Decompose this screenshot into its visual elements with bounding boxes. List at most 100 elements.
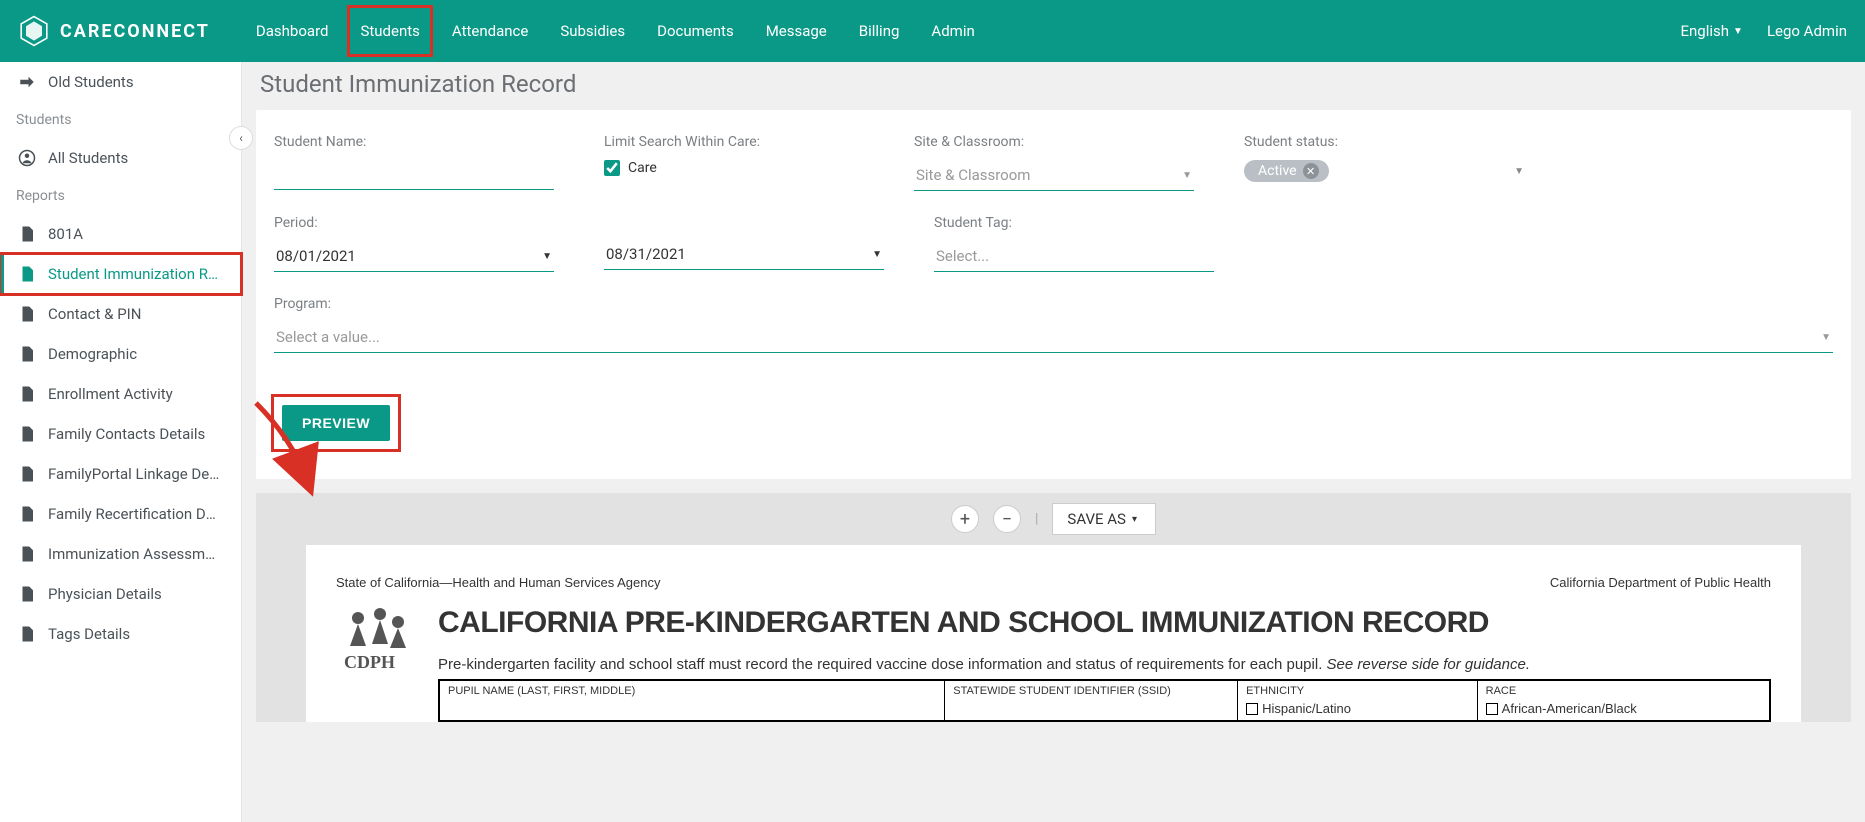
sidebar-item-family-recert[interactable]: Family Recertification Date bbox=[0, 494, 241, 534]
report-title: CALIFORNIA PRE-KINDERGARTEN AND SCHOOL I… bbox=[438, 606, 1771, 640]
filter-student-name: Student Name: bbox=[274, 134, 554, 191]
language-switcher[interactable]: English ▼ bbox=[1681, 22, 1743, 40]
nav-right: English ▼ Lego Admin bbox=[1681, 22, 1848, 40]
status-chip-text: Active bbox=[1258, 163, 1297, 179]
nav-billing[interactable]: Billing bbox=[843, 2, 916, 60]
sidebar-section-students: Students bbox=[0, 102, 241, 138]
program-label: Program: bbox=[274, 296, 1833, 312]
brand-logo-icon bbox=[18, 15, 50, 47]
zoom-in-button[interactable]: + bbox=[951, 505, 979, 533]
document-icon bbox=[18, 585, 36, 603]
program-select[interactable]: Select a value... ▼ bbox=[274, 322, 1833, 353]
checkbox-icon bbox=[1246, 703, 1258, 715]
nav-documents[interactable]: Documents bbox=[641, 2, 750, 60]
program-placeholder: Select a value... bbox=[276, 328, 380, 346]
site-classroom-select[interactable]: Site & Classroom ▼ bbox=[914, 160, 1194, 191]
document-icon bbox=[18, 225, 36, 243]
period-start-input[interactable]: 08/01/2021 ▼ bbox=[274, 241, 554, 272]
sidebar-item-old-students[interactable]: Old Students bbox=[0, 62, 241, 102]
sidebar-item-familyportal-linkage[interactable]: FamilyPortal Linkage Details bbox=[0, 454, 241, 494]
document-icon bbox=[18, 425, 36, 443]
nav-dashboard[interactable]: Dashboard bbox=[240, 2, 345, 60]
report-subtitle-italic: See reverse side for guidance. bbox=[1327, 656, 1530, 673]
sidebar-label: Enrollment Activity bbox=[48, 385, 173, 403]
report-area: + − | SAVE AS ▾ State of California—Heal… bbox=[256, 493, 1851, 722]
nav-subsidies[interactable]: Subsidies bbox=[544, 2, 641, 60]
save-as-label: SAVE AS bbox=[1067, 510, 1126, 528]
limit-search-label: Limit Search Within Care: bbox=[604, 134, 864, 150]
sidebar-item-demographic[interactable]: Demographic bbox=[0, 334, 241, 374]
nav-links: Dashboard Students Attendance Subsidies … bbox=[240, 2, 991, 60]
caret-down-icon[interactable]: ▼ bbox=[1514, 166, 1524, 177]
filter-program: Program: Select a value... ▼ bbox=[274, 296, 1833, 353]
document-icon bbox=[18, 625, 36, 643]
document-icon bbox=[18, 505, 36, 523]
save-as-button[interactable]: SAVE AS ▾ bbox=[1052, 503, 1156, 535]
sidebar-label: Old Students bbox=[48, 73, 134, 91]
cell-ethnicity: ETHNICITY bbox=[1246, 685, 1469, 697]
sidebar-label: Tags Details bbox=[48, 625, 130, 643]
sidebar-item-tags[interactable]: Tags Details bbox=[0, 614, 241, 654]
share-icon bbox=[18, 73, 36, 91]
sidebar-item-physician[interactable]: Physician Details bbox=[0, 574, 241, 614]
nav-attendance[interactable]: Attendance bbox=[436, 2, 544, 60]
sidebar-section-reports: Reports bbox=[0, 178, 241, 214]
document-icon bbox=[18, 265, 36, 283]
chip-remove-icon[interactable]: ✕ bbox=[1303, 163, 1319, 179]
sidebar-item-contact-pin[interactable]: Contact & PIN bbox=[0, 294, 241, 334]
user-name[interactable]: Lego Admin bbox=[1767, 22, 1847, 40]
report-subtitle: Pre-kindergarten facility and school sta… bbox=[438, 656, 1771, 673]
sidebar-item-immunization-assessment[interactable]: Immunization Assessment bbox=[0, 534, 241, 574]
report-page: State of California—Health and Human Ser… bbox=[306, 545, 1801, 722]
language-label: English bbox=[1681, 22, 1730, 40]
site-classroom-label: Site & Classroom: bbox=[914, 134, 1194, 150]
page-title: Student Immunization Record bbox=[260, 70, 1847, 98]
brand: CARECONNECT bbox=[18, 15, 210, 47]
filter-period-end: 08/31/2021 ▼ bbox=[604, 215, 884, 272]
care-checkbox[interactable] bbox=[604, 160, 620, 176]
period-end-input[interactable]: 08/31/2021 ▼ bbox=[604, 239, 884, 270]
sidebar-label: Demographic bbox=[48, 345, 137, 363]
sidebar-item-enrollment-activity[interactable]: Enrollment Activity bbox=[0, 374, 241, 414]
student-tag-label: Student Tag: bbox=[934, 215, 1214, 231]
report-subtitle-plain: Pre-kindergarten facility and school sta… bbox=[438, 656, 1327, 673]
table-row: PUPIL NAME (LAST, FIRST, MIDDLE) STATEWI… bbox=[439, 680, 1770, 721]
care-label: Care bbox=[628, 160, 657, 176]
student-tag-select[interactable]: Select... bbox=[934, 241, 1214, 272]
sidebar: ‹ Old Students Students All Students Rep… bbox=[0, 62, 242, 822]
document-icon bbox=[18, 465, 36, 483]
nav-message[interactable]: Message bbox=[750, 2, 843, 60]
report-header-right: California Department of Public Health bbox=[1550, 575, 1771, 590]
nav-students[interactable]: Students bbox=[344, 2, 435, 60]
report-toolbar: + − | SAVE AS ▾ bbox=[256, 493, 1851, 545]
caret-down-icon: ▾ bbox=[1132, 514, 1137, 525]
preview-button[interactable]: PREVIEW bbox=[282, 405, 390, 441]
svg-text:CDPH: CDPH bbox=[344, 652, 395, 672]
sidebar-item-all-students[interactable]: All Students bbox=[0, 138, 241, 178]
cell-pupil-name: PUPIL NAME (LAST, FIRST, MIDDLE) bbox=[448, 685, 936, 697]
main-content: Student Immunization Record Student Name… bbox=[242, 62, 1865, 822]
student-tag-placeholder: Select... bbox=[936, 247, 989, 265]
report-header-left: State of California—Health and Human Ser… bbox=[336, 575, 660, 590]
sidebar-label: Student Immunization Reco… bbox=[48, 265, 223, 283]
sidebar-label: FamilyPortal Linkage Details bbox=[48, 465, 223, 483]
document-icon bbox=[18, 345, 36, 363]
sidebar-item-801a[interactable]: 801A bbox=[0, 214, 241, 254]
caret-down-icon: ▼ bbox=[1733, 26, 1743, 37]
report-table: PUPIL NAME (LAST, FIRST, MIDDLE) STATEWI… bbox=[438, 679, 1771, 722]
period-end-value: 08/31/2021 bbox=[606, 245, 686, 263]
caret-down-icon: ▼ bbox=[542, 251, 552, 262]
filter-limit-search: Limit Search Within Care: Care bbox=[604, 134, 864, 191]
sidebar-label: Immunization Assessment bbox=[48, 545, 223, 563]
nav-admin[interactable]: Admin bbox=[915, 2, 990, 60]
sidebar-label: Contact & PIN bbox=[48, 305, 141, 323]
zoom-out-button[interactable]: − bbox=[993, 505, 1021, 533]
sidebar-collapse-button[interactable]: ‹ bbox=[229, 126, 253, 150]
sidebar-item-family-contacts[interactable]: Family Contacts Details bbox=[0, 414, 241, 454]
student-name-input[interactable] bbox=[274, 160, 554, 190]
sidebar-item-immunization-record[interactable]: Student Immunization Reco… bbox=[0, 254, 241, 294]
sidebar-label: 801A bbox=[48, 225, 83, 243]
document-icon bbox=[18, 305, 36, 323]
sidebar-label: Physician Details bbox=[48, 585, 162, 603]
race-opt: African-American/Black bbox=[1502, 701, 1637, 716]
